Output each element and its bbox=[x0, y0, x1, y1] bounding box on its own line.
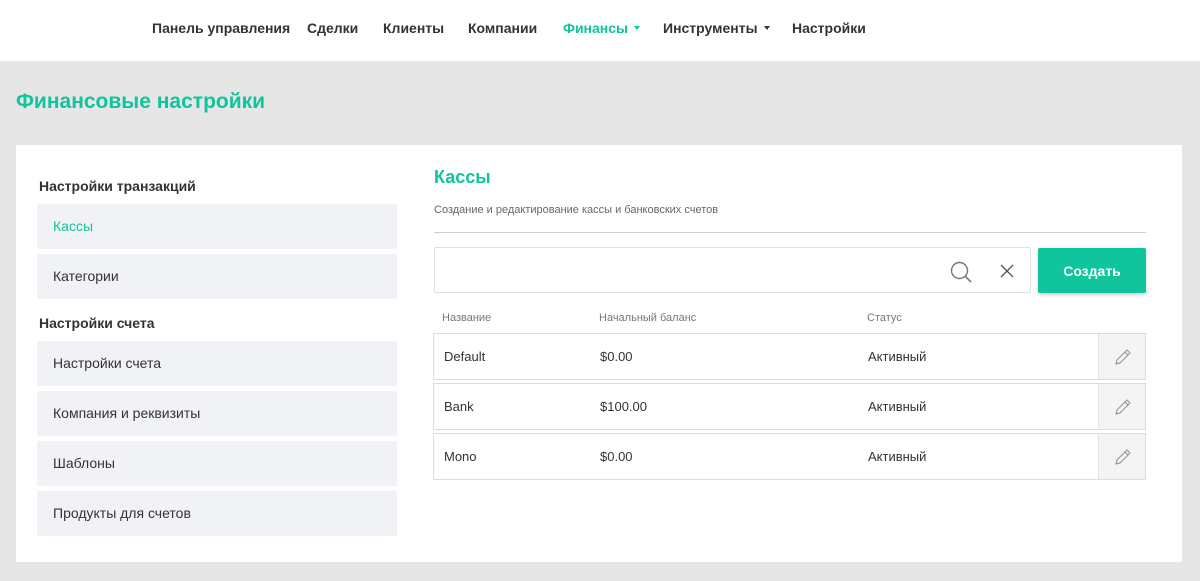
sidebar-section-title-invoice: Настройки счета bbox=[39, 315, 155, 331]
table-row: Default $0.00 Активный bbox=[433, 333, 1146, 380]
page-title: Финансовые настройки bbox=[16, 90, 266, 113]
table-row: Mono $0.00 Активный bbox=[433, 433, 1146, 480]
edit-button[interactable] bbox=[1098, 384, 1145, 429]
caret-down-icon bbox=[763, 25, 770, 30]
close-icon[interactable] bbox=[999, 263, 1015, 279]
edit-button[interactable] bbox=[1098, 434, 1145, 479]
cashbox-status: Активный bbox=[868, 449, 927, 464]
column-header-name: Название bbox=[442, 312, 492, 324]
nav-item-label: Клиенты bbox=[383, 20, 445, 36]
pencil-icon bbox=[1115, 399, 1131, 415]
section-title: Кассы bbox=[434, 167, 491, 187]
table-row: Bank $100.00 Активный bbox=[433, 383, 1146, 430]
sidebar-item-invoice-settings[interactable]: Настройки счета bbox=[37, 341, 397, 386]
sidebar-item-invoice-products[interactable]: Продукты для счетов bbox=[37, 491, 397, 536]
search-input[interactable] bbox=[445, 256, 925, 284]
nav-item-clients[interactable]: Клиенты bbox=[383, 20, 444, 36]
cashbox-balance: $100.00 bbox=[600, 399, 647, 414]
nav-item-label: Панель управления bbox=[152, 20, 291, 36]
column-header-status: Статус bbox=[867, 312, 902, 324]
edit-button[interactable] bbox=[1098, 334, 1145, 379]
sidebar-item-label: Компания и реквизиты bbox=[53, 405, 201, 421]
nav-item-deals[interactable]: Сделки bbox=[307, 20, 358, 36]
settings-card: Настройки транзакций Кассы Категории Нас… bbox=[16, 145, 1182, 562]
nav-item-finances[interactable]: Финансы bbox=[563, 20, 640, 36]
search-icon[interactable] bbox=[950, 261, 972, 283]
nav-item-label: Финансы bbox=[563, 20, 628, 36]
nav-item-label: Сделки bbox=[307, 20, 359, 36]
section-subtitle: Создание и редактирование кассы и банков… bbox=[434, 204, 719, 216]
sidebar-item-templates[interactable]: Шаблоны bbox=[37, 441, 397, 486]
cashbox-name: Default bbox=[444, 349, 486, 364]
cashbox-balance: $0.00 bbox=[600, 449, 633, 464]
column-header-balance: Начальный баланс bbox=[599, 312, 697, 324]
pencil-icon bbox=[1115, 449, 1131, 465]
create-button[interactable]: Создать bbox=[1038, 248, 1146, 293]
pencil-icon bbox=[1115, 349, 1131, 365]
sidebar-item-label: Продукты для счетов bbox=[53, 505, 191, 521]
nav-item-label: Компании bbox=[468, 20, 538, 36]
nav-item-tools[interactable]: Инструменты bbox=[663, 20, 770, 36]
cashbox-balance: $0.00 bbox=[600, 349, 633, 364]
nav-item-label: Инструменты bbox=[663, 20, 758, 36]
top-navigation: Панель управления Сделки Клиенты Компани… bbox=[0, 0, 1200, 61]
cashbox-status: Активный bbox=[868, 399, 927, 414]
nav-item-settings[interactable]: Настройки bbox=[792, 20, 866, 36]
nav-item-companies[interactable]: Компании bbox=[468, 20, 537, 36]
sidebar-item-label: Настройки счета bbox=[53, 355, 162, 371]
sidebar-item-cashboxes[interactable]: Кассы bbox=[37, 204, 397, 249]
sidebar-item-company-details[interactable]: Компания и реквизиты bbox=[37, 391, 397, 436]
cashbox-name: Bank bbox=[444, 399, 474, 414]
divider bbox=[434, 232, 1146, 233]
sidebar-item-label: Категории bbox=[53, 268, 119, 284]
caret-down-icon bbox=[634, 25, 640, 30]
sidebar-item-label: Кассы bbox=[53, 218, 94, 234]
cashbox-status: Активный bbox=[868, 349, 927, 364]
nav-item-dashboard[interactable]: Панель управления bbox=[152, 20, 290, 36]
sidebar-section-title-transactions: Настройки транзакций bbox=[39, 178, 196, 194]
cashbox-name: Mono bbox=[444, 449, 477, 464]
search-box bbox=[434, 247, 1031, 293]
sidebar-item-categories[interactable]: Категории bbox=[37, 254, 397, 299]
sidebar-item-label: Шаблоны bbox=[53, 455, 115, 471]
nav-item-label: Настройки bbox=[792, 20, 866, 36]
